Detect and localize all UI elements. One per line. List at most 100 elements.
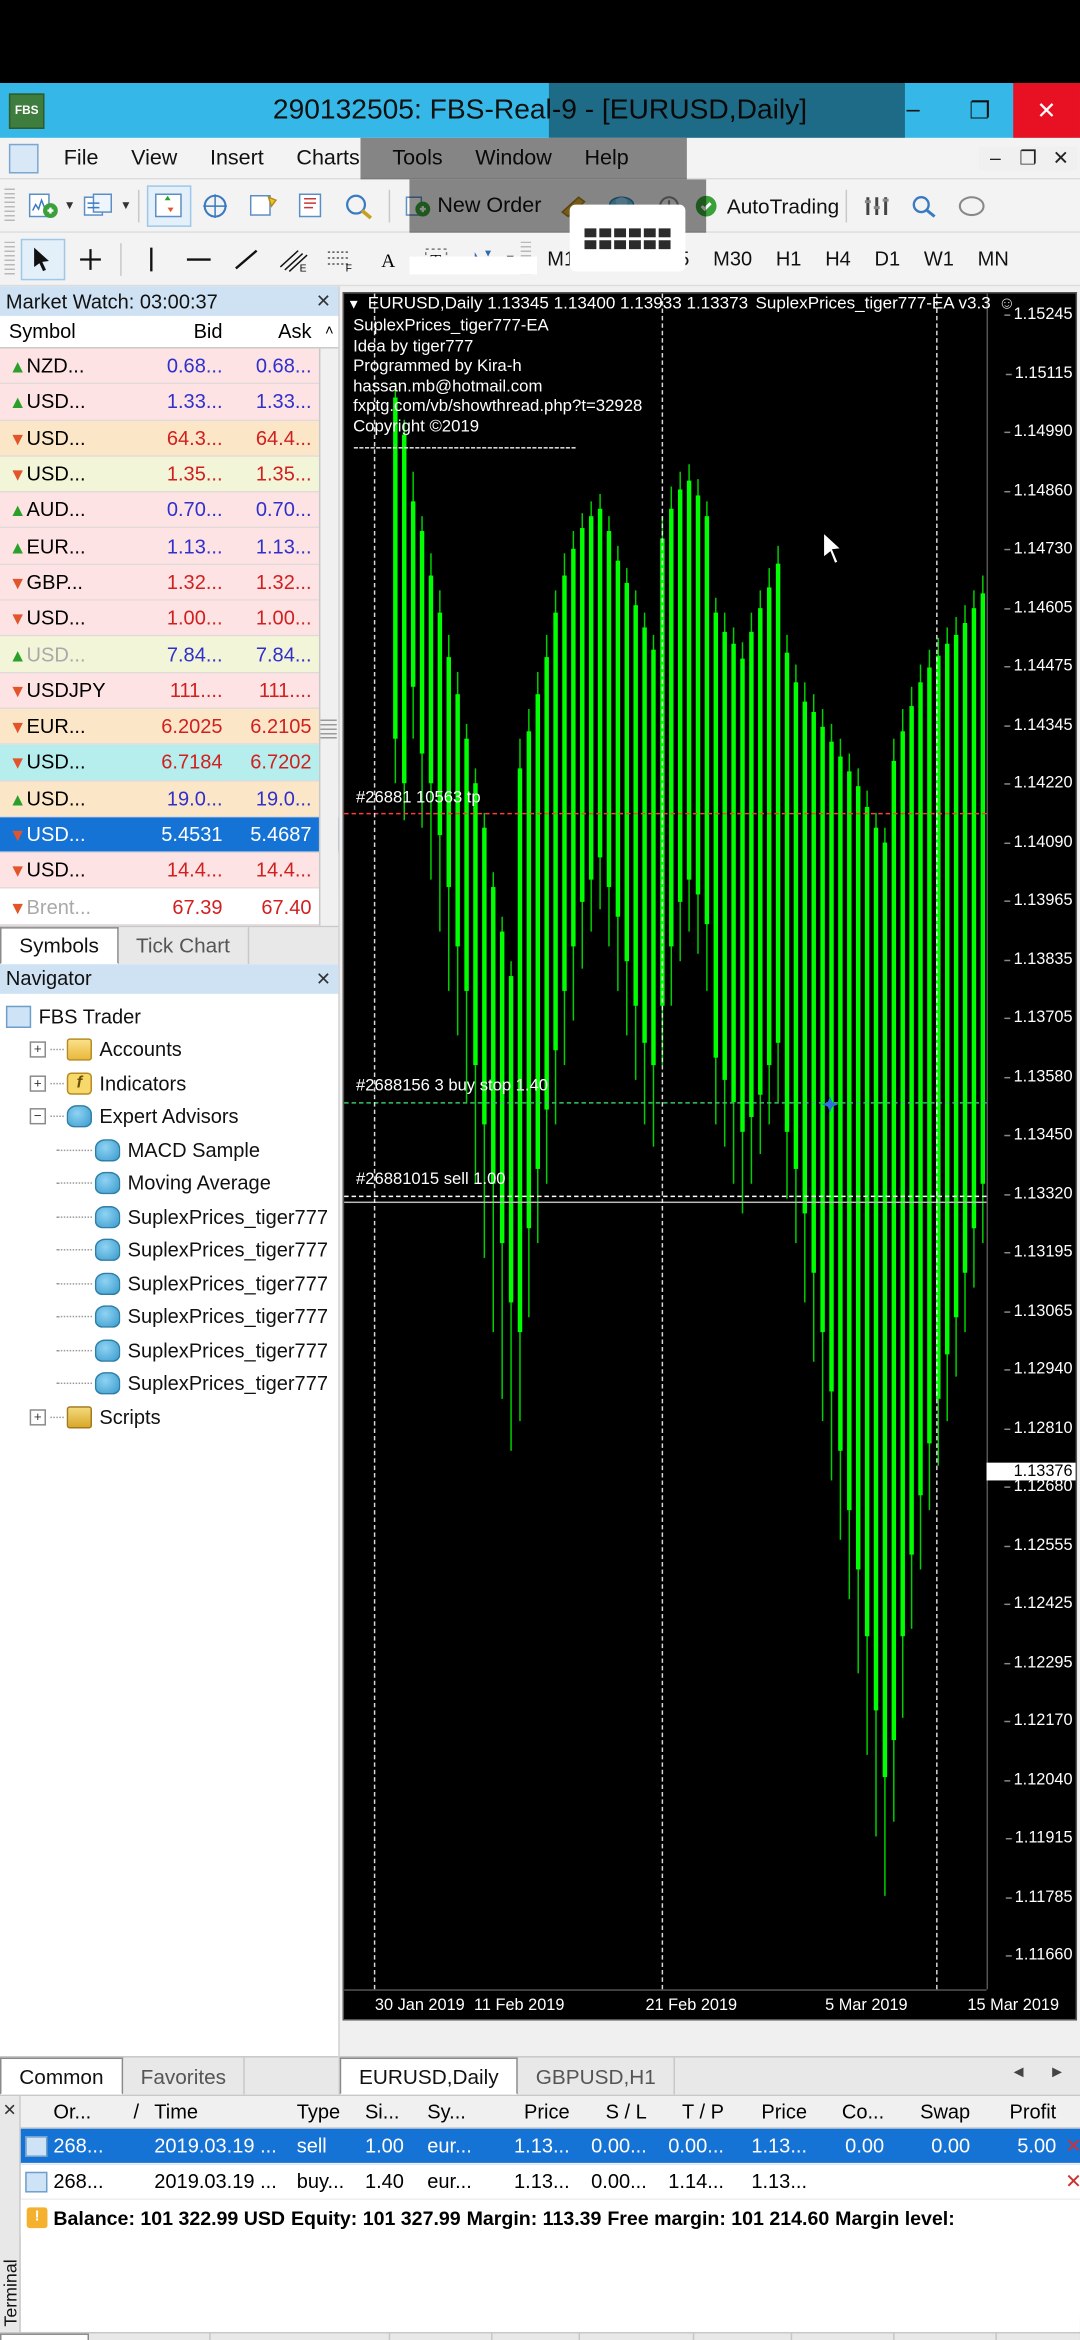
market-watch-row[interactable]: ▼GBP...1.32...1.32...: [0, 565, 338, 601]
column-header-ask[interactable]: Ask: [231, 316, 320, 347]
terminal-tab-articles[interactable]: Articles: [895, 2333, 997, 2340]
market-watch-row[interactable]: ▼USD...6.71846.7202: [0, 745, 338, 781]
mdi-minimize-button[interactable]: –: [979, 146, 1012, 170]
mdi-close-button[interactable]: ✕: [1044, 146, 1077, 170]
tab-common[interactable]: Common: [0, 2058, 123, 2095]
col-size[interactable]: Si...: [365, 2101, 427, 2123]
market-watch-row[interactable]: ▼USDJPY111....111....: [0, 673, 338, 709]
tree-toggle-icon[interactable]: +: [30, 1041, 46, 1057]
col-swap[interactable]: Swap: [893, 2101, 979, 2123]
col-price[interactable]: Price: [495, 2101, 578, 2123]
help-icon[interactable]: [949, 185, 994, 227]
navigator-tree-item[interactable]: SuplexPrices_tiger777: [56, 1333, 338, 1366]
tab-symbols[interactable]: Symbols: [0, 927, 118, 964]
line-toolbar-grip[interactable]: [4, 241, 14, 277]
terminal-tab-trade[interactable]: Trade: [0, 2333, 89, 2340]
horizontal-line-icon[interactable]: [177, 238, 222, 280]
order-level-line[interactable]: [344, 1202, 986, 1203]
col-commission[interactable]: Co...: [816, 2101, 893, 2123]
market-watch-row[interactable]: ▼USD...5.45315.4687: [0, 817, 338, 853]
terminal-order-row[interactable]: 268...2019.03.19 ...buy...1.40eur...1.13…: [21, 2164, 1080, 2200]
market-watch-list[interactable]: ▲NZD...0.68...0.68...▲USD...1.33...1.33.…: [0, 349, 338, 926]
navigator-tree-item[interactable]: +Scripts: [30, 1400, 339, 1433]
market-watch-icon[interactable]: [147, 185, 192, 227]
zoom-icon[interactable]: [902, 185, 947, 227]
terminal-tab-account-history[interactable]: Account History: [211, 2333, 391, 2340]
trendline-icon[interactable]: [224, 238, 269, 280]
col-sort-icon[interactable]: /: [134, 2101, 155, 2123]
terminal-tab-alerts[interactable]: Alerts: [493, 2333, 580, 2340]
menu-item-view[interactable]: View: [115, 146, 194, 170]
data-window-icon[interactable]: [194, 185, 239, 227]
market-watch-row[interactable]: ▲USD...1.33...1.33...: [0, 385, 338, 421]
crosshair-icon[interactable]: [68, 238, 113, 280]
restore-button[interactable]: ❐: [946, 83, 1013, 138]
tree-toggle-icon[interactable]: −: [30, 1108, 46, 1124]
order-close-icon[interactable]: ✕: [1065, 2170, 1080, 2194]
col-sl[interactable]: S / L: [579, 2101, 656, 2123]
timeframe-m30[interactable]: M30: [701, 248, 764, 270]
menu-item-file[interactable]: File: [47, 146, 114, 170]
navigator-tree-item[interactable]: FBS Trader: [6, 999, 338, 1032]
price-axis[interactable]: 1.152451.151151.149901.148601.147301.146…: [987, 294, 1076, 1990]
toolbar-grip[interactable]: [4, 188, 14, 224]
timeframe-w1[interactable]: W1: [912, 248, 966, 270]
navigator-tree-item[interactable]: +fIndicators: [30, 1066, 339, 1099]
market-watch-row[interactable]: ▼USD...64.3...64.4...: [0, 421, 338, 457]
navigator-icon[interactable]: [242, 185, 287, 227]
terminal-order-row[interactable]: 268...2019.03.19 ...sell1.00eur...1.13..…: [21, 2129, 1080, 2165]
chart-menu-icon[interactable]: ▼: [347, 297, 360, 312]
new-chart-icon[interactable]: [21, 185, 66, 227]
terminal-close-icon[interactable]: ✕: [3, 2101, 17, 2120]
market-watch-row[interactable]: ▲USD...7.84...7.84...: [0, 637, 338, 673]
market-watch-row[interactable]: ▲AUD...0.70...0.70...: [0, 493, 338, 529]
navigator-close-icon[interactable]: ✕: [316, 968, 331, 989]
column-header-symbol[interactable]: Symbol: [0, 316, 142, 347]
market-watch-row[interactable]: ▼EUR...6.20256.2105: [0, 709, 338, 745]
selected-object-anchor[interactable]: [822, 1093, 838, 1109]
market-watch-scrollbar[interactable]: [319, 349, 338, 926]
terminal-tab-mailbox[interactable]: Mailbox6: [580, 2333, 695, 2340]
terminal-rows[interactable]: 268...2019.03.19 ...sell1.00eur...1.13..…: [21, 2129, 1080, 2200]
scrollbar-grip[interactable]: [320, 719, 336, 740]
terminal-tab-signals[interactable]: Signals: [792, 2333, 894, 2340]
navigator-tree-item[interactable]: −Expert Advisors: [30, 1100, 339, 1133]
market-watch-row[interactable]: ▼USD...1.00...1.00...: [0, 601, 338, 637]
terminal-tab-market[interactable]: Market: [695, 2333, 793, 2340]
chart-tab-gbpusd-h1[interactable]: GBPUSD,H1: [518, 2058, 675, 2095]
navigator-tree-item[interactable]: SuplexPrices_tiger777: [56, 1300, 338, 1333]
col-type[interactable]: Type: [297, 2101, 365, 2123]
market-watch-row[interactable]: ▲EUR...1.13...1.13...: [0, 529, 338, 565]
tree-toggle-icon[interactable]: +: [30, 1409, 46, 1425]
menu-item-insert[interactable]: Insert: [194, 146, 280, 170]
app-menu-icon[interactable]: [9, 143, 39, 173]
cursor-icon[interactable]: [21, 238, 66, 280]
timeframe-h1[interactable]: H1: [764, 248, 813, 270]
column-header-bid[interactable]: Bid: [142, 316, 231, 347]
text-label-icon[interactable]: A: [366, 238, 411, 280]
strategy-tester-icon[interactable]: [337, 185, 382, 227]
timeframe-d1[interactable]: D1: [863, 248, 912, 270]
market-watch-row[interactable]: ▼Brent...67.3967.40: [0, 889, 338, 925]
market-watch-row[interactable]: ▲NZD...0.68...0.68...: [0, 349, 338, 385]
channel-icon[interactable]: E: [271, 238, 316, 280]
market-watch-row[interactable]: ▼USD...14.4...14.4...: [0, 853, 338, 889]
order-level-line[interactable]: [344, 1196, 986, 1197]
navigator-tree[interactable]: FBS Trader+Accounts+fIndicators−Expert A…: [0, 993, 338, 2056]
chart-tab-scroll-icons[interactable]: ◄ ►: [1010, 2063, 1074, 2081]
close-icon[interactable]: ✕: [316, 291, 331, 312]
autotrading-button[interactable]: AutoTrading: [693, 194, 839, 218]
navigator-tree-item[interactable]: SuplexPrices_tiger777: [56, 1200, 338, 1233]
col-symbol[interactable]: Sy...: [427, 2101, 495, 2123]
mdi-restore-button[interactable]: ❐: [1012, 146, 1045, 170]
navigator-tree-item[interactable]: SuplexPrices_tiger777: [56, 1266, 338, 1299]
navigator-tree-item[interactable]: SuplexPrices_tiger777: [56, 1367, 338, 1400]
col-order[interactable]: Or...: [21, 2101, 134, 2123]
tree-toggle-icon[interactable]: +: [30, 1075, 46, 1091]
profiles-dropdown-icon[interactable]: ▼: [120, 199, 132, 212]
tab-tick-chart[interactable]: Tick Chart: [118, 927, 249, 964]
market-watch-row[interactable]: ▲USD...19.0...19.0...: [0, 781, 338, 817]
profiles-icon[interactable]: [77, 185, 122, 227]
chart-tab-eurusd-daily[interactable]: EURUSD,Daily: [340, 2058, 518, 2095]
order-level-line[interactable]: [344, 1102, 986, 1103]
